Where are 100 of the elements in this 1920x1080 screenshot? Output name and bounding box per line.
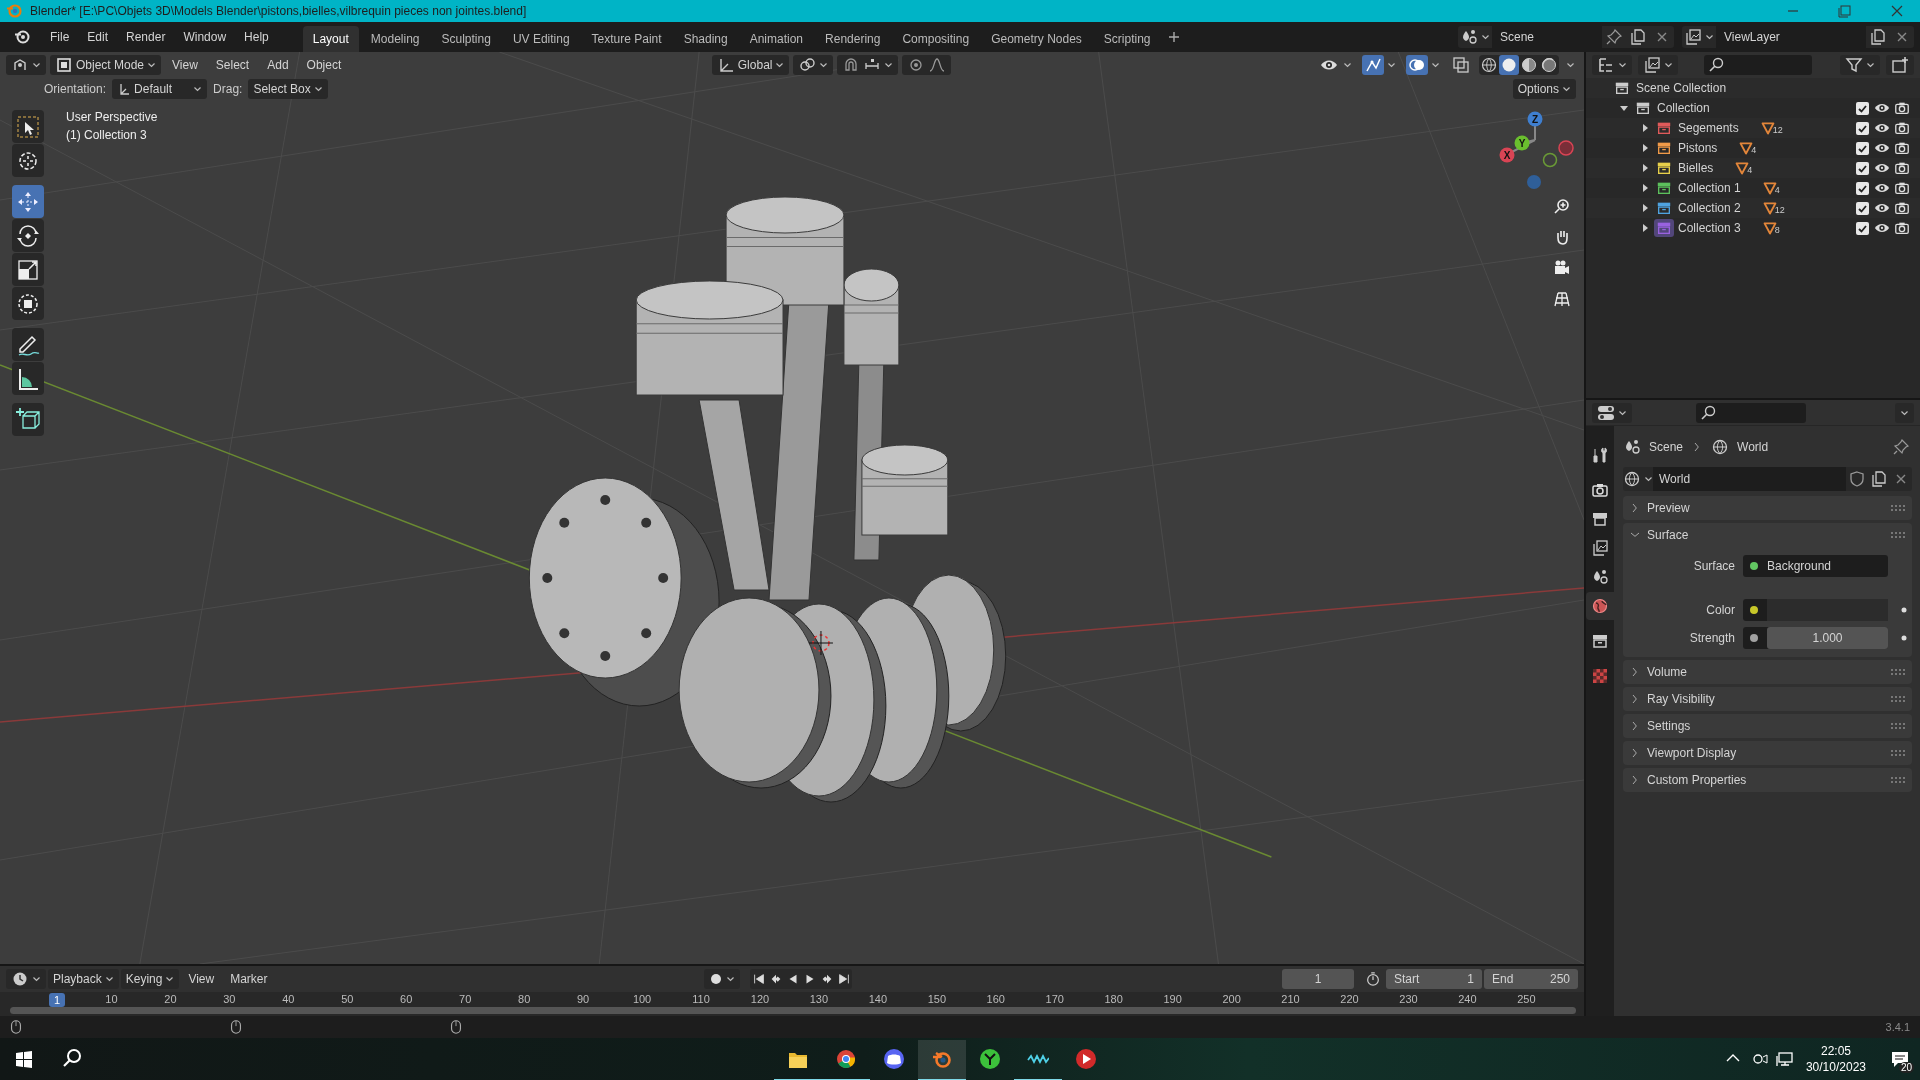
collection-name[interactable]: Scene Collection (1636, 81, 1727, 95)
menu-item[interactable]: Help (236, 25, 277, 49)
axis-label: Z (1531, 113, 1539, 125)
collection-name[interactable]: Collection 1 (1678, 181, 1741, 195)
frame-number: 90 (575, 992, 591, 1006)
workspace-tab[interactable]: Animation (739, 26, 814, 52)
frame-number: 230 (1398, 992, 1419, 1006)
axis-label: X (1503, 149, 1511, 161)
menu-item[interactable]: Object (299, 55, 349, 75)
orientation-dropdown[interactable]: Default (112, 79, 208, 99)
frame-number: 10 (104, 992, 119, 1006)
drag-dropdown[interactable]: Select Box (248, 79, 328, 99)
workspace-tab[interactable]: Rendering (815, 26, 891, 52)
panel-header[interactable]: Preview (1623, 496, 1912, 520)
frame-number: 250 (1516, 992, 1537, 1006)
collection-name[interactable]: Collection 3 (1678, 221, 1741, 235)
drag-label: Drag: (213, 82, 243, 96)
menu-item[interactable]: Marker (223, 969, 275, 989)
frame-number: 70 (458, 992, 473, 1006)
menu-item[interactable]: Add (260, 55, 296, 75)
orientation-label: Orientation: (44, 82, 107, 96)
collection-name[interactable]: Collection (1657, 101, 1710, 115)
panel-header[interactable]: Ray Visibility (1623, 687, 1912, 711)
scene-name-field[interactable]: Scene (1492, 26, 1602, 48)
active-object-label: (1) Collection 3 (66, 127, 147, 144)
object-count: 4 (1774, 186, 1780, 195)
frame-number: 20 (163, 992, 178, 1006)
collection-name[interactable]: Segements (1678, 121, 1739, 135)
workspace-tab[interactable]: Shading (673, 26, 738, 52)
end-frame-field[interactable]: End 250 (1484, 969, 1578, 989)
current-frame-field[interactable]: 1 (1282, 969, 1354, 989)
notifications-button[interactable]: 20 (1880, 1038, 1920, 1080)
frame-number: 150 (926, 992, 947, 1006)
frame-number: 170 (1044, 992, 1065, 1006)
workspace-tab[interactable]: Scripting (1093, 26, 1161, 52)
breadcrumb-item: World (1737, 440, 1769, 454)
panel-header[interactable]: Custom Properties (1623, 768, 1912, 792)
frame-number: 240 (1457, 992, 1478, 1006)
collection-name[interactable]: Collection 2 (1678, 201, 1741, 215)
menu-item[interactable]: File (42, 25, 78, 49)
menu-item[interactable]: Edit (79, 25, 117, 49)
frame-number: 140 (867, 992, 889, 1006)
version-label: 3.4.1 (1885, 1021, 1910, 1033)
menu-item[interactable]: Select (208, 55, 257, 75)
collection-name[interactable]: Bielles (1678, 161, 1714, 175)
object-count: 4 (1747, 166, 1753, 175)
frame-number: 180 (1103, 992, 1124, 1006)
frame-number: 60 (399, 992, 414, 1006)
object-count: 12 (1772, 126, 1783, 135)
view-layer-field[interactable]: ViewLayer (1716, 26, 1866, 48)
mode-dropdown[interactable]: Object Mode (50, 55, 162, 75)
breadcrumb-item: Scene (1649, 440, 1684, 454)
object-count: 8 (1774, 226, 1780, 235)
object-count: 4 (1751, 146, 1757, 155)
orientation-dropdown[interactable]: Global (711, 55, 790, 75)
frame-number: 40 (281, 992, 296, 1006)
panel-header[interactable]: Surface (1623, 523, 1912, 547)
start-frame-field[interactable]: Start 1 (1386, 969, 1482, 989)
panel-header[interactable]: Volume (1623, 660, 1912, 684)
frame-number: 50 (340, 992, 355, 1006)
frame-number: 200 (1221, 992, 1242, 1006)
workspace-tab[interactable]: Geometry Nodes (981, 26, 1092, 52)
workspace-tab[interactable]: Modeling (360, 26, 430, 52)
field-label: Strength (1688, 631, 1735, 645)
workspace-tab[interactable]: Texture Paint (581, 26, 672, 52)
collection-name[interactable]: Pistons (1678, 141, 1718, 155)
field-label: Surface (1692, 559, 1735, 573)
frame-number: 30 (222, 992, 237, 1006)
window-title: Blender* [E:\PC\Objets 3D\Models Blender\pistons,bielles,vilbrequin pieces non jointes.blend] (30, 4, 527, 18)
options-dropdown[interactable]: Options (1512, 79, 1576, 99)
shader-field[interactable]: Background (1743, 555, 1888, 577)
panel-header[interactable]: Viewport Display (1623, 741, 1912, 765)
frame-number: 220 (1339, 992, 1360, 1006)
workspace-tab[interactable]: Sculpting (431, 26, 501, 52)
view-name-label: User Perspective (66, 109, 158, 126)
frame-number: 110 (691, 992, 711, 1006)
workspace-tab[interactable]: Compositing (892, 26, 980, 52)
frame-number: 120 (749, 992, 771, 1006)
workspace-tab[interactable]: UV Editing (502, 26, 580, 52)
clock-time[interactable]: 22:05 (1820, 1043, 1851, 1059)
world-name-field[interactable]: World (1653, 467, 1846, 491)
menu-dropdown[interactable]: Keying (120, 969, 180, 989)
frame-number: 160 (985, 992, 1006, 1006)
menu-item[interactable]: View (181, 969, 222, 989)
frame-number: 190 (1162, 992, 1183, 1006)
axis-label: Y (1518, 137, 1526, 149)
menu-item[interactable]: Render (118, 25, 174, 49)
object-count: 12 (1774, 206, 1785, 215)
menu-dropdown[interactable]: Playback (48, 969, 119, 989)
playhead[interactable]: 1 (49, 993, 66, 1007)
number-field[interactable]: 1.000 (1767, 627, 1888, 649)
panel-header[interactable]: Settings (1623, 714, 1912, 738)
menu-item[interactable]: View (165, 55, 205, 75)
clock-date[interactable]: 30/10/2023 (1805, 1059, 1866, 1075)
menu-item[interactable]: Window (175, 25, 235, 49)
frame-number: 130 (808, 992, 830, 1006)
frame-number: 100 (631, 992, 653, 1006)
workspace-tab[interactable]: Layout (302, 26, 359, 52)
frame-number: 80 (517, 992, 532, 1006)
frame-number: 210 (1280, 992, 1301, 1006)
